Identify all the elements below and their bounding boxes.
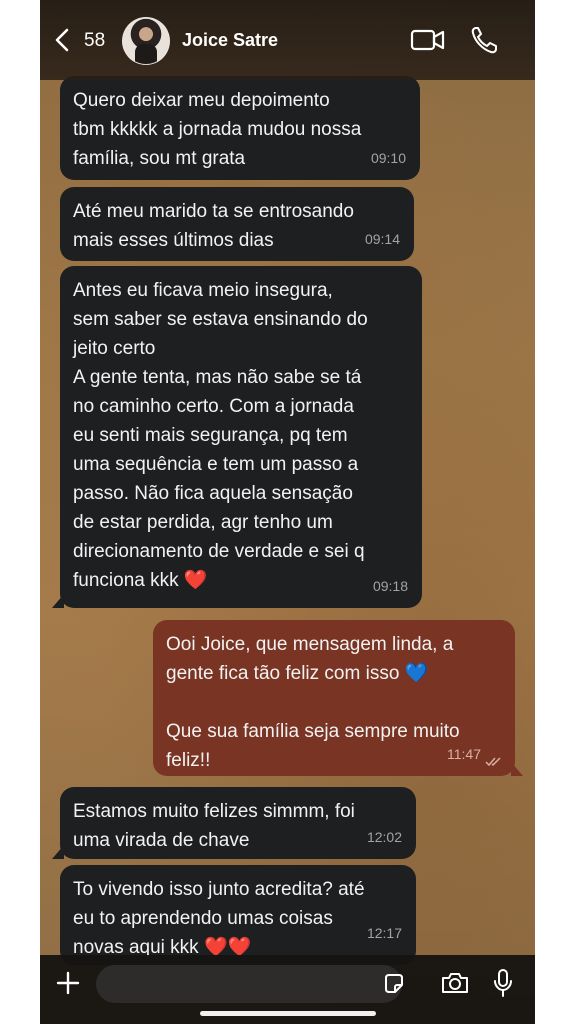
message-text: To vivendo isso junto acredita? até eu t… (73, 879, 365, 958)
message-bubble-incoming[interactable]: Antes eu ficava meio insegura, sem saber… (52, 266, 422, 608)
message-text: Antes eu ficava meio insegura, sem saber… (73, 280, 368, 591)
message-input[interactable] (96, 965, 402, 1003)
message-bubble-incoming[interactable]: Até meu marido ta se entrosando mais ess… (60, 187, 414, 261)
contact-name[interactable]: Joice Satre (182, 30, 278, 51)
bubble-tail (52, 845, 64, 859)
read-receipt-icon (485, 757, 501, 767)
message-time: 11:47 (447, 746, 481, 762)
message-time: 09:14 (364, 231, 400, 247)
bubble-tail (52, 594, 64, 608)
plus-icon[interactable] (56, 971, 80, 995)
avatar[interactable] (122, 17, 170, 65)
message-time: 12:02 (366, 829, 402, 845)
sticker-icon[interactable] (382, 972, 406, 996)
home-indicator[interactable] (200, 1011, 376, 1016)
message-text: Até meu marido ta se entrosando mais ess… (73, 201, 354, 251)
microphone-icon[interactable] (492, 968, 514, 998)
bubble-tail (511, 762, 523, 776)
camera-icon[interactable] (440, 971, 470, 995)
message-bubble-incoming[interactable]: Quero deixar meu depoimento tbm kkkkk a … (60, 76, 420, 180)
unread-count[interactable]: 58 (84, 30, 105, 52)
chat-header: 58 Joice Satre (40, 0, 535, 80)
message-text: Estamos muito felizes simmm, foi uma vir… (73, 801, 355, 851)
avatar-figure (135, 44, 157, 64)
message-text: Quero deixar meu depoimento tbm kkkkk a … (73, 90, 362, 169)
message-bubble-outgoing[interactable]: Ooi Joice, que mensagem linda, a gente f… (153, 620, 523, 776)
chat-screen: Quero deixar meu depoimento tbm kkkkk a … (40, 0, 535, 1024)
message-bubble-incoming[interactable]: To vivendo isso junto acredita? até eu t… (60, 865, 416, 965)
message-time: 09:10 (370, 150, 406, 166)
message-time: 12:17 (366, 925, 402, 941)
video-camera-icon[interactable] (410, 26, 446, 54)
chevron-left-icon[interactable] (54, 28, 70, 52)
phone-icon[interactable] (470, 25, 498, 55)
message-bubble-incoming[interactable]: Estamos muito felizes simmm, foi uma vir… (52, 787, 416, 859)
message-composer (40, 955, 535, 1024)
message-time: 09:18 (372, 578, 408, 594)
